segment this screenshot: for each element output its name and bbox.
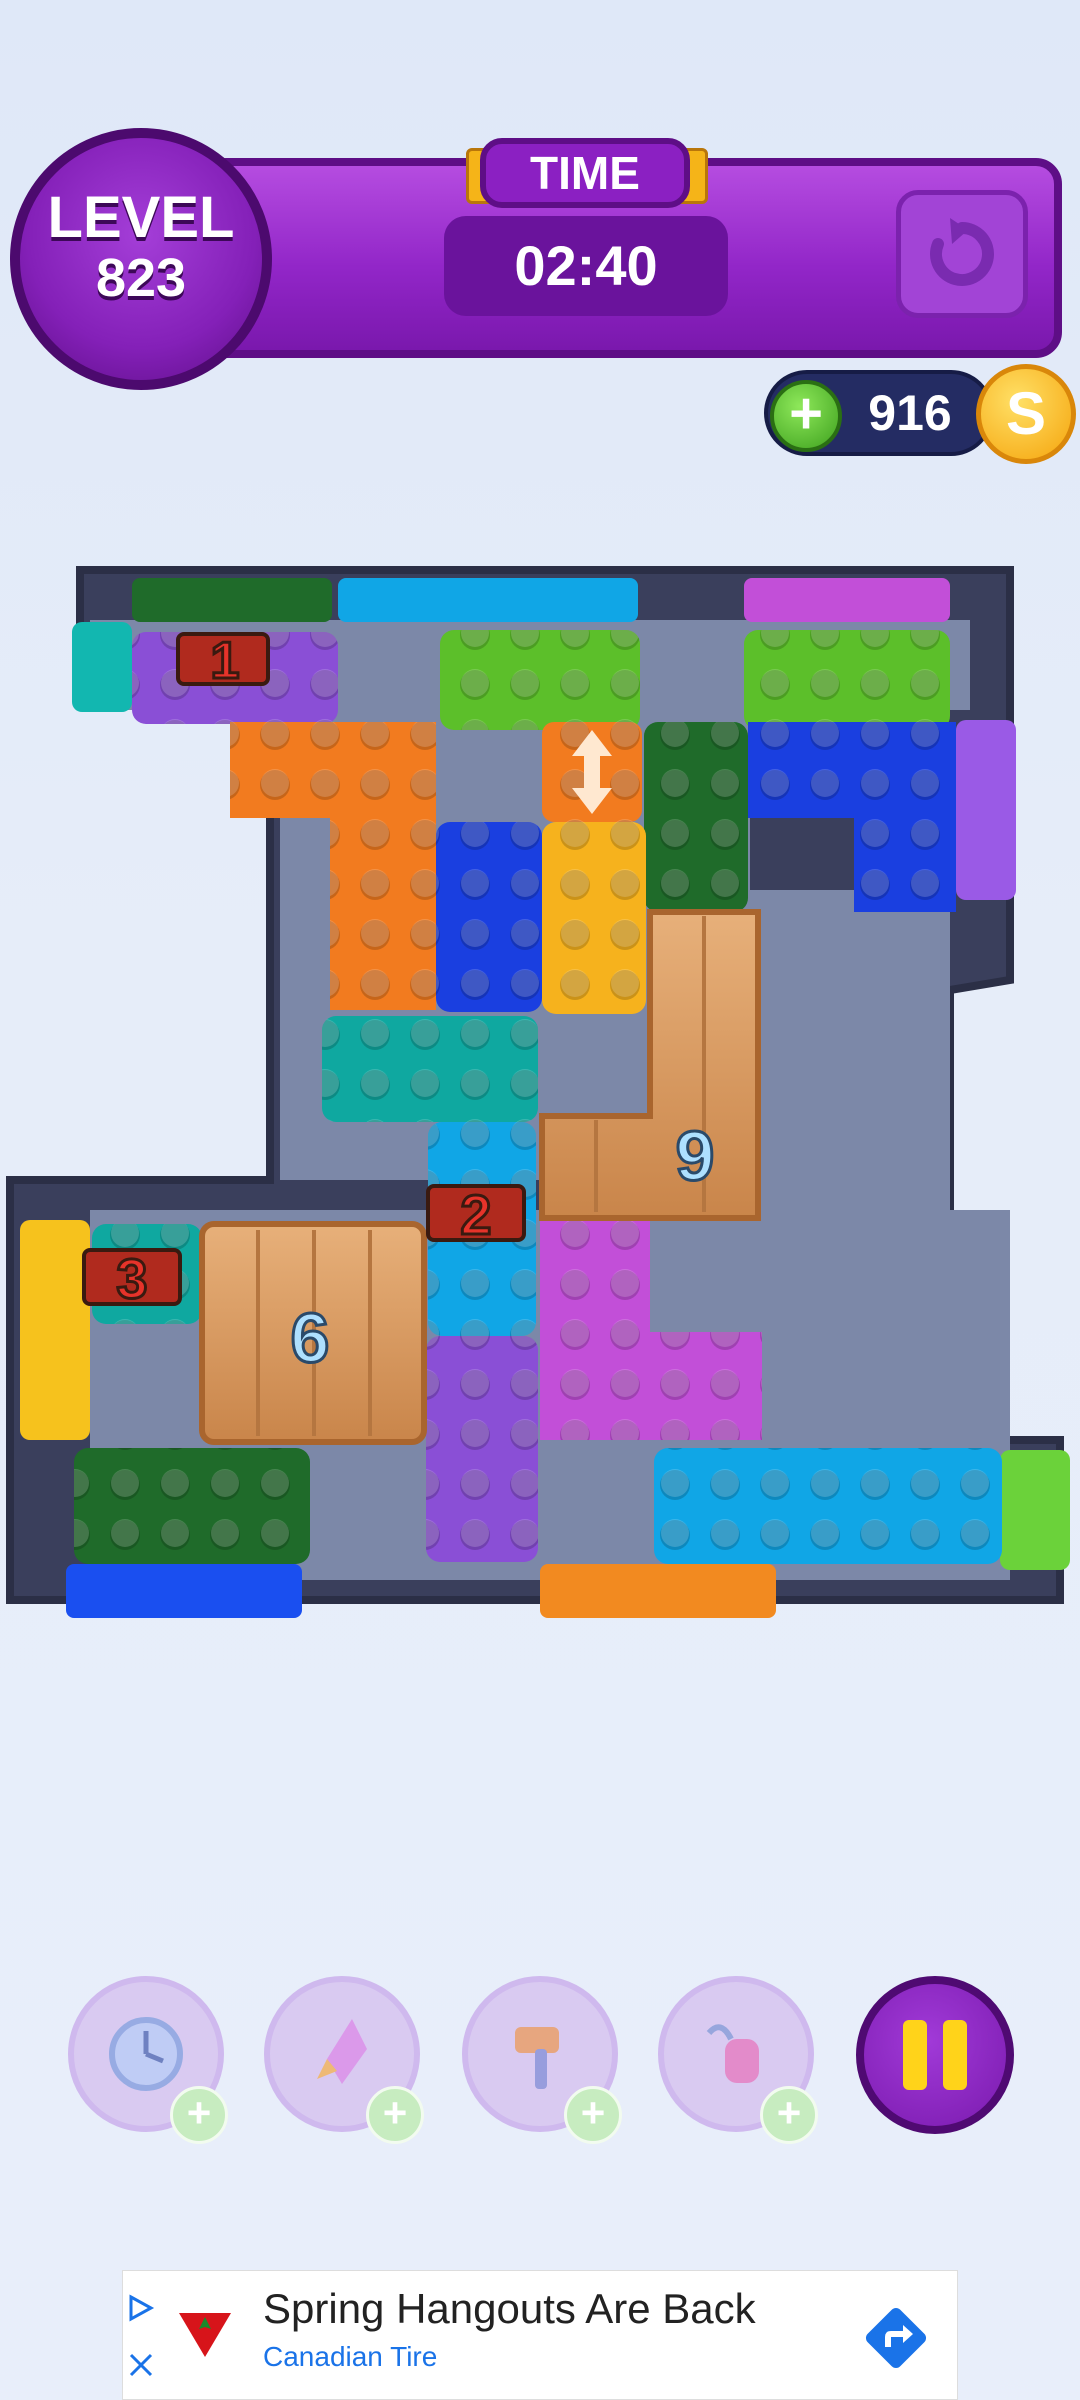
block-orange-l[interactable] [230, 722, 436, 1010]
exit-gate-blue-bottom [66, 1564, 302, 1618]
add-booster-button[interactable]: + [366, 2086, 424, 2144]
chain-lock-icon: 3 [82, 1246, 182, 1312]
ad-title[interactable]: Spring Hangouts Are Back [263, 2285, 756, 2333]
chain-lock-icon: 1 [176, 631, 270, 692]
vacuum-icon [706, 2024, 759, 2083]
wood-block-label: 9 [676, 1117, 715, 1195]
exit-gate-teal-left [72, 622, 132, 712]
block-teal[interactable] [322, 1016, 538, 1122]
block-yellow[interactable] [542, 822, 646, 1014]
block-blue-vertical[interactable] [436, 822, 542, 1012]
add-booster-button[interactable]: + [170, 2086, 228, 2144]
lock-count: 1 [211, 632, 240, 690]
timer: 02:40 [444, 216, 728, 316]
lock-count: 3 [116, 1247, 147, 1310]
block-green-top-right[interactable] [744, 630, 950, 730]
exit-gate-green [132, 578, 332, 622]
canadian-tire-logo [179, 2313, 231, 2357]
retry-icon [930, 218, 994, 286]
exit-gate-cyan [338, 578, 638, 622]
add-coins-button[interactable]: + [770, 380, 842, 452]
lock-count: 2 [460, 1183, 491, 1246]
level-badge: LEVEL 823 [10, 128, 272, 390]
chain-lock-icon: 2 [426, 1182, 526, 1248]
retry-button[interactable] [896, 190, 1028, 318]
ad-banner[interactable]: Spring Hangouts Are Back Canadian Tire [122, 2270, 958, 2400]
coin-icon: S [976, 364, 1076, 464]
ad-advertiser[interactable]: Canadian Tire [263, 2341, 437, 2373]
pause-icon [903, 2020, 927, 2090]
close-icon[interactable] [127, 2351, 155, 2379]
level-number: 823 [95, 248, 187, 308]
add-booster-button[interactable]: + [760, 2086, 818, 2144]
time-label: TIME [480, 138, 690, 208]
add-booster-button[interactable]: + [564, 2086, 622, 2144]
level-label: LEVEL [47, 185, 235, 250]
exit-gate-orange-bottom [540, 1564, 776, 1618]
exit-gate-green-right [1000, 1450, 1070, 1570]
exit-gate-magenta [744, 578, 950, 622]
directions-icon[interactable] [859, 2301, 933, 2375]
coin-count: 916 [868, 385, 952, 441]
block-orange-small[interactable] [542, 722, 642, 822]
exit-gate-purple-right [956, 720, 1016, 900]
hammer-icon [515, 2027, 559, 2089]
adchoices-icon[interactable] [123, 2291, 157, 2325]
block-dark-green-vertical[interactable] [644, 722, 748, 912]
pause-button[interactable] [856, 1976, 1014, 2134]
clock-freeze-icon [109, 2017, 183, 2091]
game-board[interactable]: 9 6 1 2 3 [0, 560, 1080, 1640]
board-floor [750, 890, 950, 1210]
exit-gate-yellow-left [20, 1220, 90, 1440]
pause-icon [943, 2020, 967, 2090]
block-green-top-mid[interactable] [440, 630, 640, 730]
wood-block-label: 6 [291, 1299, 330, 1377]
block-purple-vertical[interactable] [426, 1336, 538, 1562]
block-dark-green-bottom[interactable] [74, 1448, 310, 1564]
block-cyan-bottom[interactable] [654, 1448, 1002, 1564]
rocket-icon [317, 2019, 367, 2084]
